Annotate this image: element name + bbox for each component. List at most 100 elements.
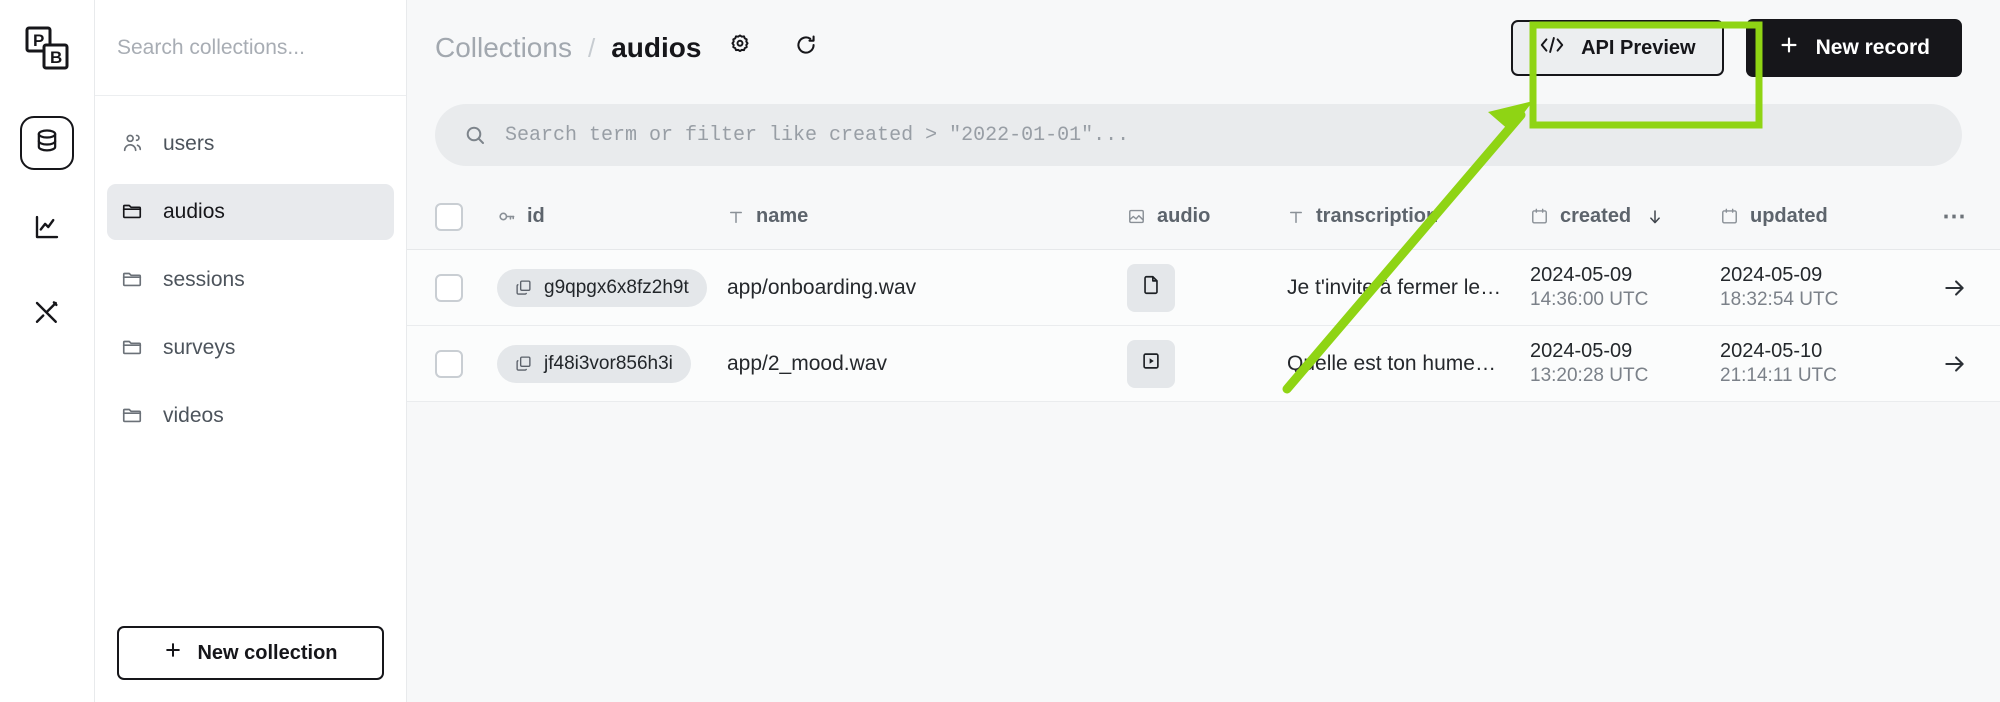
row-checkbox[interactable] xyxy=(435,349,463,378)
cell-transcription: Je t'invite à fermer les yeux et à suivr… xyxy=(1287,249,1530,326)
pocketbase-admin-window: P B Search collections... users audios s… xyxy=(0,0,2000,702)
table-body: g9qpgx6x8fz2h9t app/onboarding.wav Je t'… xyxy=(407,249,2000,402)
new-collection-label: New collection xyxy=(197,641,338,664)
cell-updated: 2024-05-10 21:14:11 UTC xyxy=(1720,325,1910,402)
select-all-checkbox[interactable] xyxy=(435,202,463,231)
id-pill[interactable]: g9qpgx6x8fz2h9t xyxy=(497,268,707,307)
collection-settings-button[interactable] xyxy=(727,32,753,65)
sidebar-item-users[interactable]: users xyxy=(107,116,394,172)
page-title: audios xyxy=(611,32,702,63)
refresh-button[interactable] xyxy=(793,32,819,65)
svg-text:P: P xyxy=(33,31,44,50)
sort-desc-icon xyxy=(1646,208,1664,226)
cell-created: 2024-05-09 14:36:00 UTC xyxy=(1530,249,1720,326)
created-time: 13:20:28 UTC xyxy=(1530,365,1649,387)
updated-date: 2024-05-09 xyxy=(1720,264,1823,287)
cell-updated: 2024-05-09 18:32:54 UTC xyxy=(1720,249,1910,326)
play-file-icon xyxy=(1140,350,1162,378)
sidebar-item-label: users xyxy=(163,132,215,155)
file-thumb[interactable] xyxy=(1127,263,1175,312)
cell-id: g9qpgx6x8fz2h9t xyxy=(497,249,727,326)
column-header-created[interactable]: created xyxy=(1530,188,1720,250)
text-icon xyxy=(727,208,745,226)
column-header-more[interactable]: ⋯ xyxy=(1910,188,2000,250)
collections-search-row xyxy=(95,0,406,96)
table-header-row: id name audio transcription created upda… xyxy=(407,188,2000,250)
copy-icon xyxy=(515,279,532,296)
search-icon xyxy=(463,123,487,147)
transcription-text: Quelle est ton humeur du jour ? xyxy=(1287,351,1530,375)
gear-icon xyxy=(727,32,753,65)
sidebar-item-surveys[interactable]: surveys xyxy=(107,320,394,376)
cell-name: app/onboarding.wav xyxy=(727,249,1127,326)
search-collections-input[interactable] xyxy=(117,35,384,60)
new-collection-button[interactable]: New collection xyxy=(117,626,384,680)
folder-icon xyxy=(121,200,145,224)
new-record-label: New record xyxy=(1815,36,1930,59)
table-row[interactable]: jf48i3vor856h3i app/2_mood.wav Quelle es… xyxy=(407,325,2000,402)
records-search-bar[interactable] xyxy=(435,104,1962,166)
users-icon xyxy=(121,132,145,156)
column-header-name[interactable]: name xyxy=(727,188,1127,250)
image-icon xyxy=(1127,207,1146,226)
file-icon xyxy=(1140,274,1162,302)
cell-audio xyxy=(1127,249,1287,326)
sidebar-item-collections[interactable] xyxy=(20,116,74,170)
new-record-button[interactable]: New record xyxy=(1745,19,1962,77)
column-label: id xyxy=(527,205,545,227)
records-search-wrapper xyxy=(407,96,2000,166)
records-search-input[interactable] xyxy=(505,123,1934,147)
column-header-updated[interactable]: updated xyxy=(1720,188,1910,250)
row-select-cell xyxy=(407,325,497,402)
breadcrumb: Collections / audios xyxy=(435,32,819,65)
updated-date: 2024-05-10 xyxy=(1720,340,1823,363)
records-table: id name audio transcription created upda… xyxy=(407,188,2000,402)
refresh-icon xyxy=(793,32,819,65)
cell-open[interactable] xyxy=(1910,325,2000,402)
sidebar-item-label: sessions xyxy=(163,268,245,291)
calendar-icon xyxy=(1530,207,1549,226)
code-icon xyxy=(1539,35,1565,61)
sidebar-item-logs[interactable] xyxy=(20,202,74,256)
cell-open[interactable] xyxy=(1910,249,2000,326)
column-label: audio xyxy=(1157,205,1211,227)
id-value: jf48i3vor856h3i xyxy=(544,352,673,374)
updated-time: 18:32:54 UTC xyxy=(1720,289,1839,311)
table-row[interactable]: g9qpgx6x8fz2h9t app/onboarding.wav Je t'… xyxy=(407,249,2000,326)
database-icon xyxy=(33,127,61,160)
api-preview-button[interactable]: API Preview xyxy=(1511,20,1724,76)
sidebar-item-settings[interactable] xyxy=(20,288,74,342)
created-date: 2024-05-09 xyxy=(1530,264,1633,287)
pocketbase-logo: P B xyxy=(21,22,73,74)
api-preview-wrapper: API Preview xyxy=(1511,20,1724,76)
more-columns-label: ⋯ xyxy=(1942,203,1968,230)
sidebar-item-sessions[interactable]: sessions xyxy=(107,252,394,308)
id-pill[interactable]: jf48i3vor856h3i xyxy=(497,344,691,383)
row-checkbox[interactable] xyxy=(435,273,463,302)
copy-icon xyxy=(515,355,532,372)
column-header-id[interactable]: id xyxy=(497,188,727,250)
collections-list: users audios sessions surveys videos xyxy=(95,96,406,608)
plus-icon xyxy=(163,640,183,666)
column-label: transcription xyxy=(1316,205,1439,227)
column-header-transcription[interactable]: transcription xyxy=(1287,188,1530,250)
sidebar-item-videos[interactable]: videos xyxy=(107,388,394,444)
select-all-header xyxy=(407,188,497,250)
id-value: g9qpgx6x8fz2h9t xyxy=(544,276,689,298)
folder-icon xyxy=(121,336,145,360)
collections-footer: New collection xyxy=(95,608,406,702)
sidebar-item-label: audios xyxy=(163,200,225,223)
chart-line-icon xyxy=(32,212,62,247)
plus-icon xyxy=(1778,34,1800,62)
file-thumb[interactable] xyxy=(1127,339,1175,388)
main-content: Collections / audios API Preview New rec… xyxy=(407,0,2000,702)
arrow-right-icon xyxy=(1910,275,2000,301)
breadcrumb-collections[interactable]: Collections xyxy=(435,32,572,64)
column-label: created xyxy=(1560,205,1632,227)
column-header-audio[interactable]: audio xyxy=(1127,188,1287,250)
sidebar-item-audios[interactable]: audios xyxy=(107,184,394,240)
created-time: 14:36:00 UTC xyxy=(1530,289,1649,311)
cell-name: app/2_mood.wav xyxy=(727,325,1127,402)
api-preview-label: API Preview xyxy=(1581,36,1696,59)
svg-text:B: B xyxy=(50,48,62,67)
